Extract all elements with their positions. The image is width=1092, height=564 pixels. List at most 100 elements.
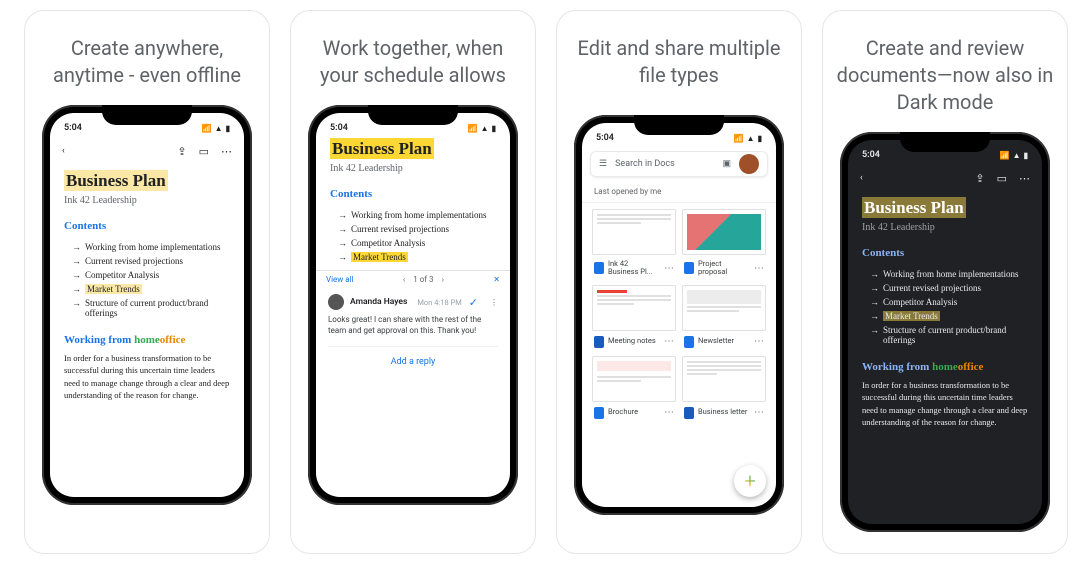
view-all-link[interactable]: View all [326,275,354,284]
comment-card: Amanda Hayes Mon 4:18 PM ✓ ⋮ Looks great… [316,288,510,377]
toolbar: ‹ ⇪ ▭ ⋯ [50,137,244,165]
battery-icon: ▮ [758,134,762,143]
commenter-name: Amanda Hayes [350,297,407,307]
document-body[interactable]: Business Plan Ink 42 Leadership Contents… [848,192,1042,434]
screen-dark: 5:04 📶 ▲ ▮ ‹ ⇪ ▭ ⋯ Business Plan Ink 42 … [848,140,1042,524]
menu-icon[interactable]: ☰ [599,159,607,169]
toc-item: Working from home implementations [338,208,496,222]
comment-icon[interactable]: ▭ [199,145,209,158]
screenshot-card-1: Create anywhere, anytime - even offline … [24,10,270,554]
doc-type-icon [594,262,604,274]
doc-tile[interactable]: Business letter⋯ [682,356,766,419]
toc-item: Working from home implementations [870,267,1028,281]
tile-more-icon[interactable]: ⋯ [664,336,674,347]
share-icon[interactable]: ⇪ [177,145,186,158]
doc-type-icon [594,336,604,348]
profile-avatar[interactable] [739,154,759,174]
status-icons: 📶 ▲ ▮ [468,124,496,133]
tile-more-icon[interactable]: ⋯ [754,407,764,418]
add-reply-button[interactable]: Add a reply [328,346,498,371]
toc-item: Market Trends [72,282,230,296]
status-icons: 📶 ▲ ▮ [1000,151,1028,160]
close-icon[interactable]: ✕ [493,275,500,284]
contents-heading: Contents [862,247,1028,259]
doc-tile[interactable]: Newsletter⋯ [682,285,766,348]
toc-item: Current revised projections [870,281,1028,295]
tile-more-icon[interactable]: ⋯ [664,263,674,274]
doc-tile[interactable]: Ink 42 Business Pl...⋯ [592,209,676,277]
doc-type-icon [684,336,694,348]
comment-icon[interactable]: ▭ [997,172,1007,185]
status-time: 5:04 [330,123,348,133]
signal-icon: 📶 [734,134,744,143]
doc-tile[interactable]: Meeting notes⋯ [592,285,676,348]
wifi-icon: ▲ [215,124,223,133]
doc-title: Business Plan [330,138,434,159]
resolve-icon[interactable]: ✓ [469,296,478,309]
toc-item: Market Trends [338,250,496,264]
back-icon[interactable]: ‹ [62,146,65,156]
signal-icon: 📶 [468,124,478,133]
next-comment-icon[interactable]: › [442,275,444,284]
phone-frame: 5:04 📶 ▲ ▮ ‹ ⇪ ▭ ⋯ Business Plan Ink 42 … [42,105,252,505]
search-bar[interactable]: ☰ Search in Docs ▣ [590,151,768,177]
battery-icon: ▮ [226,124,230,133]
caption: Create anywhere, anytime - even offline [25,11,269,105]
doc-title: Business Plan [862,197,966,218]
caption: Edit and share multiple file types [557,11,801,105]
back-icon[interactable]: ‹ [860,173,863,183]
screenshot-card-4: Create and review documents—now also in … [822,10,1068,554]
tile-more-icon[interactable]: ⋯ [754,263,764,274]
fab-new-doc[interactable]: + [734,465,766,497]
screenshot-card-3: Edit and share multiple file types 5:04 … [556,10,802,554]
comment-text: Looks great! I can share with the rest o… [328,314,498,336]
wifi-icon: ▲ [747,134,755,143]
toc-item: Competitor Analysis [72,268,230,282]
caption: Create and review documents—now also in … [823,11,1067,132]
more-icon[interactable]: ⋯ [1019,172,1030,185]
contents-heading: Contents [64,220,230,232]
battery-icon: ▮ [492,124,496,133]
doc-subtitle: Ink 42 Leadership [64,195,230,206]
doc-tile[interactable]: Brochure⋯ [592,356,676,419]
screen-light: 5:04 📶 ▲ ▮ Business Plan Ink 42 Leadersh… [316,113,510,497]
prev-comment-icon[interactable]: ‹ [403,275,405,284]
avatar [328,294,344,310]
doc-subtitle: Ink 42 Leadership [862,222,1028,233]
toc-item: Competitor Analysis [870,295,1028,309]
screenshot-card-2: Work together, when your schedule allows… [290,10,536,554]
comment-pager: 1 of 3 [413,275,433,284]
tile-more-icon[interactable]: ⋯ [664,407,674,418]
doc-tile[interactable]: Project proposal⋯ [682,209,766,277]
status-time: 5:04 [596,133,614,143]
doc-type-icon [594,407,604,419]
toc-item: Working from home implementations [72,240,230,254]
doc-title: Business Plan [64,170,168,191]
status-time: 5:04 [862,150,880,160]
toc-list: Working from home implementations Curren… [330,208,496,264]
document-body[interactable]: Business Plan Ink 42 Leadership Contents… [50,165,244,407]
folder-icon[interactable]: ▣ [722,159,731,169]
wifi-icon: ▲ [1013,151,1021,160]
comment-more-icon[interactable]: ⋮ [490,298,498,307]
status-icons: 📶 ▲ ▮ [202,124,230,133]
contents-heading: Contents [330,188,496,200]
phone-frame: 5:04 📶 ▲ ▮ ☰ Search in Docs ▣ Last opene… [574,115,784,515]
tile-more-icon[interactable]: ⋯ [754,336,764,347]
status-time: 5:04 [64,123,82,133]
status-icons: 📶 ▲ ▮ [734,134,762,143]
search-input[interactable]: Search in Docs [615,159,714,169]
toc-item: Structure of current product/brand offer… [870,323,1028,347]
phone-frame: 5:04 📶 ▲ ▮ Business Plan Ink 42 Leadersh… [308,105,518,505]
more-icon[interactable]: ⋯ [221,145,232,158]
phone-frame: 5:04 📶 ▲ ▮ ‹ ⇪ ▭ ⋯ Business Plan Ink 42 … [840,132,1050,532]
toc-item: Market Trends [870,309,1028,323]
working-heading: Working from homeoffice [64,334,230,346]
doc-type-icon [684,262,694,274]
toc-item: Competitor Analysis [338,236,496,250]
share-icon[interactable]: ⇪ [975,172,984,185]
document-body[interactable]: Business Plan Ink 42 Leadership Contents… [316,137,510,270]
screen-docs-list: 5:04 📶 ▲ ▮ ☰ Search in Docs ▣ Last opene… [582,123,776,507]
comment-pager-bar: View all ‹ 1 of 3 › ✕ [316,270,510,288]
body-text: In order for a business transformation t… [862,379,1028,428]
